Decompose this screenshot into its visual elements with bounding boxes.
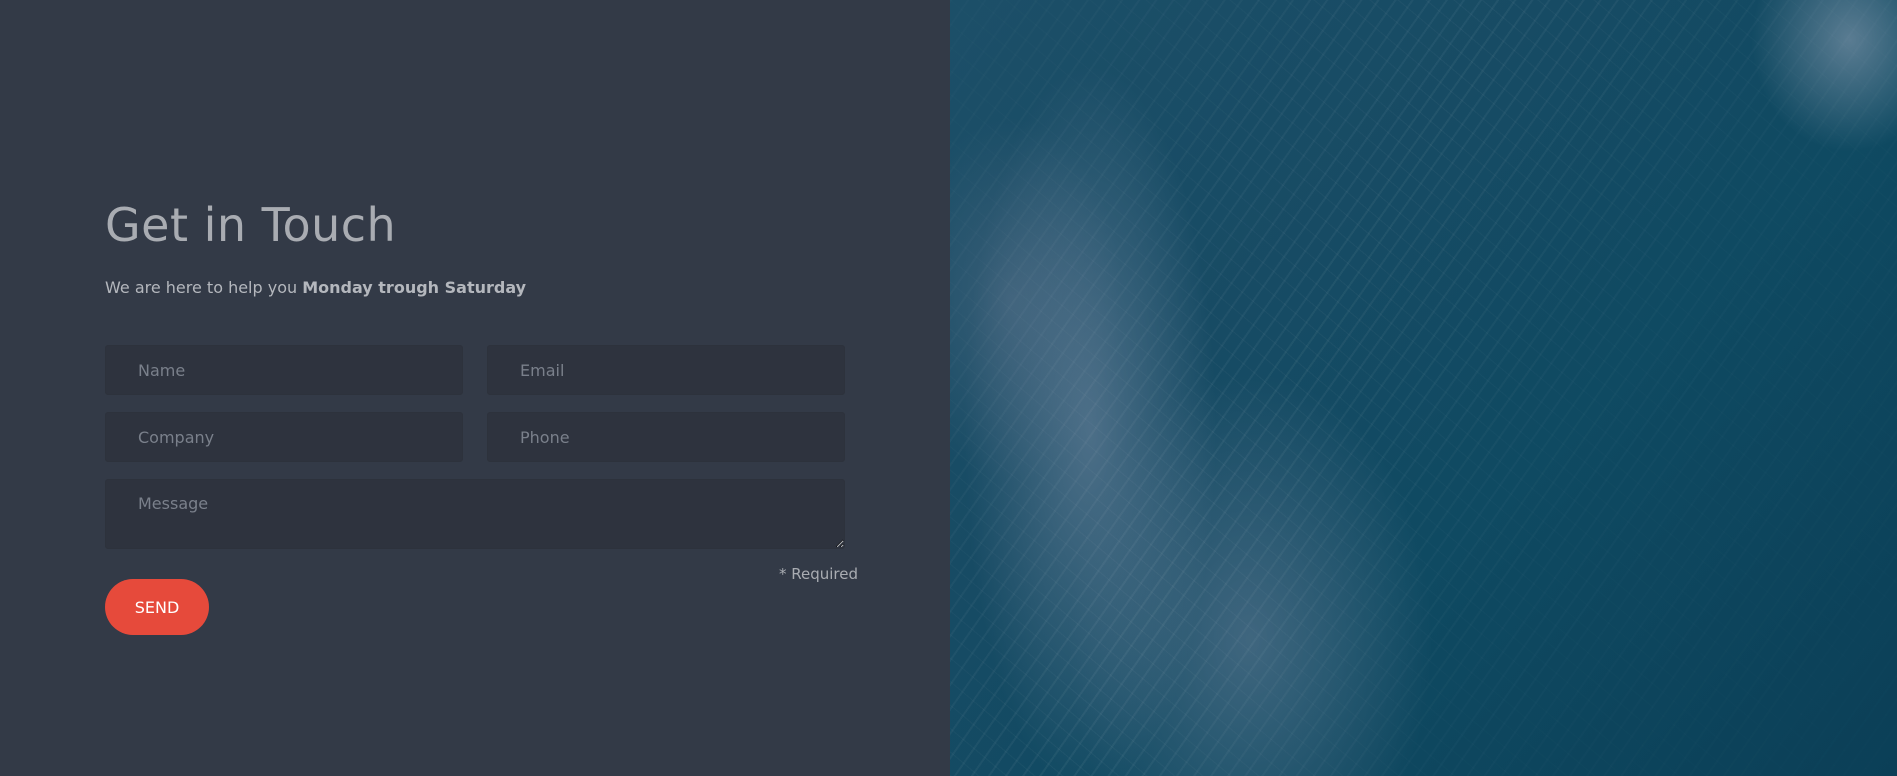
- name-field[interactable]: [105, 345, 463, 395]
- subtitle-hours: Monday trough Saturday: [302, 278, 527, 297]
- contact-content: Get in Touch We are here to help you Mon…: [105, 196, 865, 635]
- phone-field[interactable]: [487, 412, 845, 462]
- contact-panel: Get in Touch We are here to help you Mon…: [0, 0, 950, 776]
- contact-page: Get in Touch We are here to help you Mon…: [0, 0, 1897, 776]
- form-row-2: [105, 412, 845, 462]
- send-button[interactable]: SEND: [105, 579, 209, 635]
- required-note: * Required: [778, 565, 858, 583]
- contact-form: * Required SEND: [105, 345, 858, 635]
- company-field[interactable]: [105, 412, 463, 462]
- email-field[interactable]: [487, 345, 845, 395]
- subtitle: We are here to help you Monday trough Sa…: [105, 276, 865, 300]
- subtitle-text: We are here to help you: [105, 278, 303, 297]
- message-field[interactable]: [105, 479, 845, 549]
- page-title: Get in Touch: [105, 198, 397, 252]
- wave-foam-texture: [950, 0, 1897, 776]
- ocean-image: [950, 0, 1897, 776]
- form-row-1: [105, 345, 845, 395]
